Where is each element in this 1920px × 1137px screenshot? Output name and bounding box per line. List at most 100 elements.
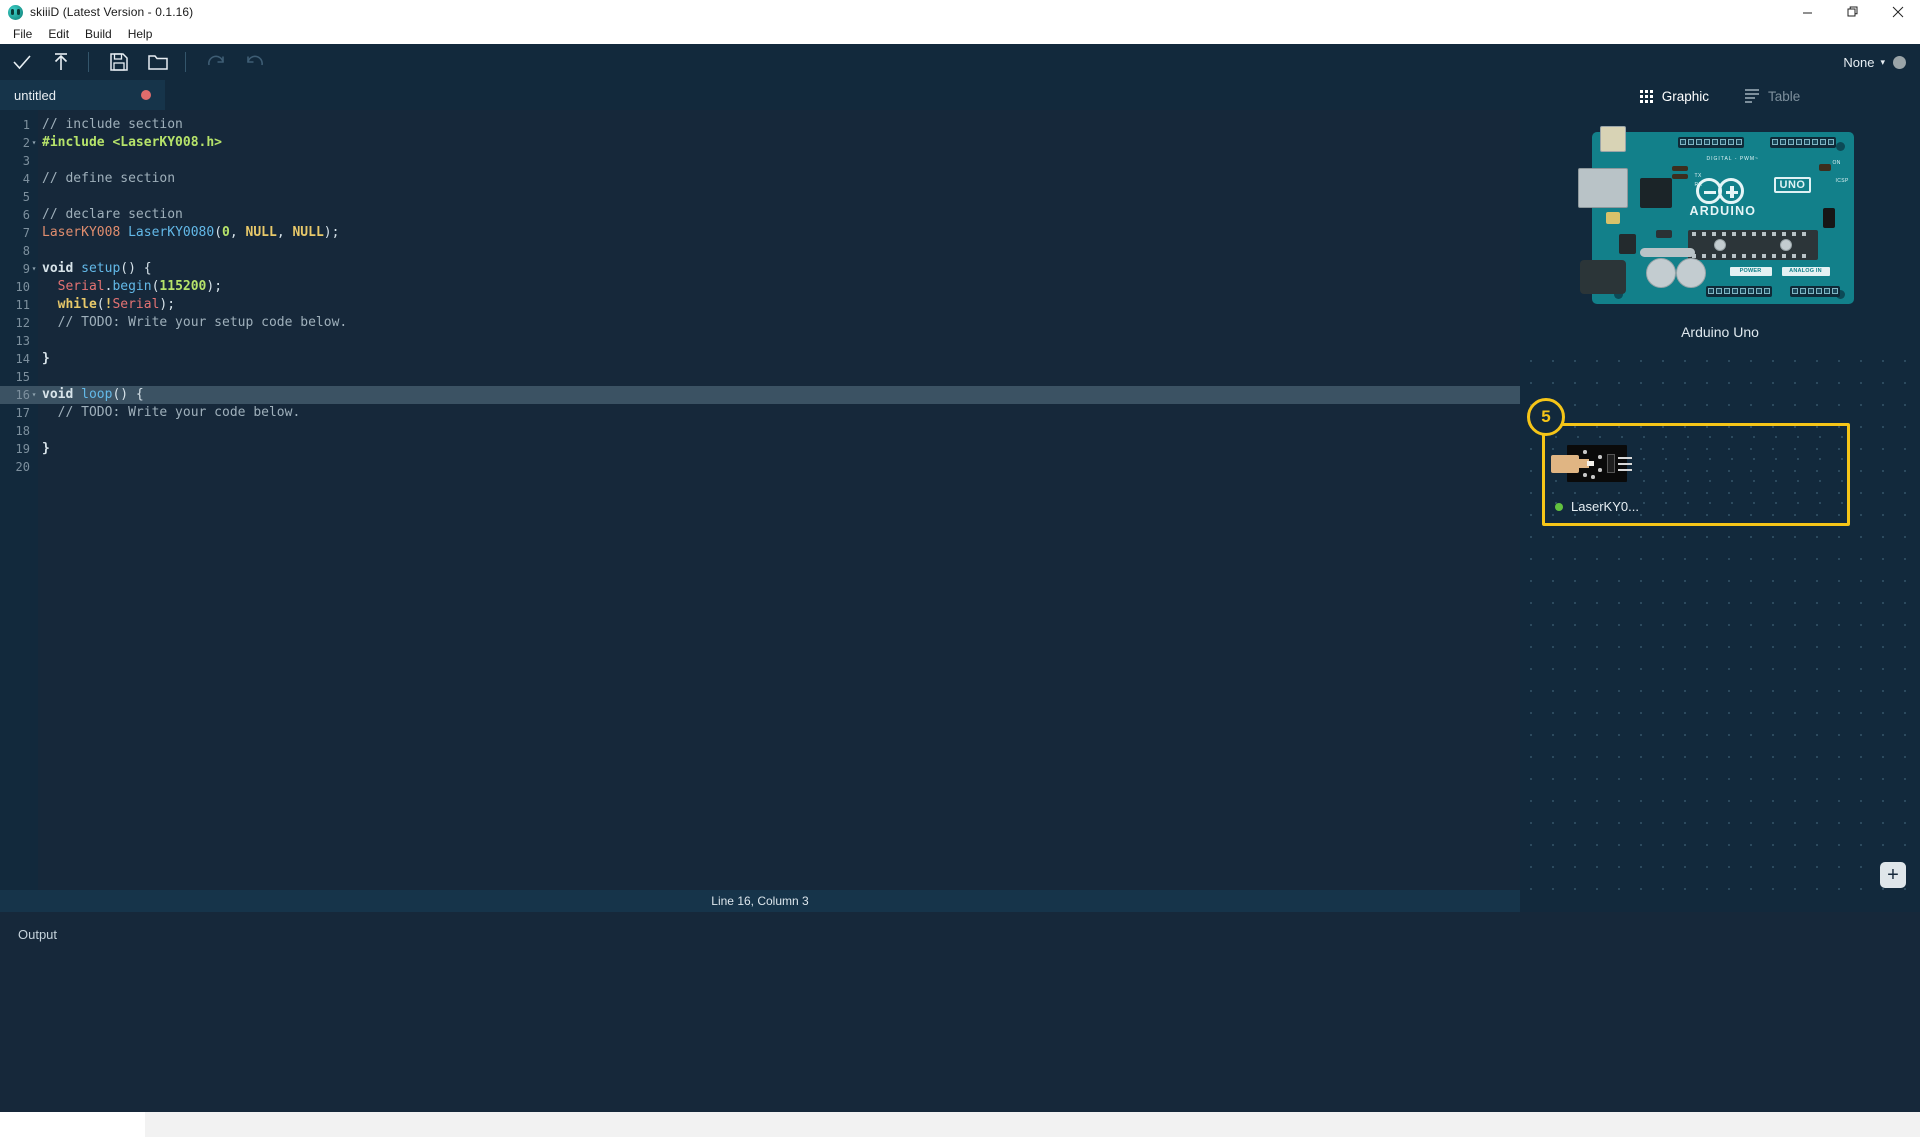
minimize-icon[interactable] <box>1785 0 1830 24</box>
upload-button[interactable] <box>44 47 78 77</box>
board-preview[interactable]: DIGITAL - PWM~ ON ICSP TX RX UNO ARDUINO <box>1520 112 1920 322</box>
component-canvas[interactable]: 5 LaserKY0... + <box>1520 350 1920 910</box>
code-line[interactable]: 2 ▾ #include <LaserKY008.h> <box>0 134 1520 152</box>
editor-tab-label: untitled <box>14 87 56 103</box>
microcontroller-chip <box>1687 229 1818 260</box>
arduino-uno-board-icon: DIGITAL - PWM~ ON ICSP TX RX UNO ARDUINO <box>1577 120 1863 315</box>
code-line[interactable]: 19} <box>0 440 1520 458</box>
line-number: 9 <box>22 262 30 276</box>
toolbar-right-group: None ▾ <box>1843 55 1920 70</box>
code-line[interactable]: 20 <box>0 458 1520 476</box>
code-line-text: // include section <box>42 117 183 132</box>
grid-icon <box>1639 89 1653 103</box>
code-line-text: while(!Serial); <box>57 297 176 312</box>
code-line[interactable]: 14} <box>0 350 1520 368</box>
line-number: 16 <box>15 388 30 402</box>
code-line[interactable]: 9 ▾ void setup() { <box>0 260 1520 278</box>
code-line[interactable]: 18 <box>0 422 1520 440</box>
code-line[interactable]: 5 <box>0 188 1520 206</box>
line-number: 2 <box>22 136 30 150</box>
code-line-text: } <box>42 441 50 456</box>
pin-badge: 5 <box>1527 398 1565 436</box>
menu-item-edit[interactable]: Edit <box>40 25 77 43</box>
code-content[interactable]: 1 // include section 2 ▾ #include <LaserKY00… <box>0 110 1520 476</box>
silk-on-label: ON <box>1832 159 1841 166</box>
fold-toggle-icon[interactable]: ▾ <box>30 386 38 404</box>
menu-item-help[interactable]: Help <box>120 25 161 43</box>
line-number: 8 <box>22 244 30 258</box>
skiiid-logo-icon <box>8 4 23 20</box>
component-label-group: LaserKY0... <box>1555 499 1639 514</box>
bottom-strip-segment <box>145 1112 1920 1137</box>
fold-toggle-icon[interactable]: ▾ <box>30 134 38 152</box>
editor-status-bar: Line 16, Column 3 <box>0 890 1520 912</box>
output-panel: Output <box>0 912 1920 1112</box>
code-line-text: // define section <box>42 171 176 186</box>
code-line[interactable]: 15 <box>0 368 1520 386</box>
code-line-text: // declare section <box>42 207 183 222</box>
silk-arduino-label: ARDUINO <box>1689 203 1757 218</box>
code-line-text: // TODO: Write your setup code below. <box>42 315 348 330</box>
tab-table[interactable]: Table <box>1745 89 1800 104</box>
line-number: 3 <box>22 154 30 168</box>
application-window: skiiiD (Latest Version - 0.1.16) File Ed… <box>0 0 1920 1137</box>
line-number: 4 <box>22 172 30 186</box>
redo-button[interactable] <box>199 47 233 77</box>
silk-uno-label: UNO <box>1773 176 1812 193</box>
line-number: 6 <box>22 208 30 222</box>
code-line[interactable]: 12 // TODO: Write your setup code below. <box>0 314 1520 332</box>
code-line[interactable]: 11 while(!Serial); <box>0 296 1520 314</box>
chevron-down-icon: ▾ <box>1880 56 1885 67</box>
code-line-text: Serial.begin(115200); <box>57 279 223 294</box>
toolbar: None ▾ <box>0 44 1920 80</box>
line-number: 13 <box>15 334 30 348</box>
code-line[interactable]: 10 Serial.begin(115200); <box>0 278 1520 296</box>
maximize-icon[interactable] <box>1830 0 1875 24</box>
silk-digital-label: DIGITAL - PWM~ <box>1706 155 1759 162</box>
fold-toggle-icon[interactable]: ▾ <box>30 260 38 278</box>
port-select[interactable]: None ▾ <box>1843 55 1885 70</box>
code-line[interactable]: 7 LaserKY008 LaserKY0080(0, NULL, NULL); <box>0 224 1520 242</box>
save-button[interactable] <box>102 47 136 77</box>
code-line[interactable]: 17 // TODO: Write your code below. <box>0 404 1520 422</box>
usb-port <box>1577 167 1628 208</box>
tab-graphic[interactable]: Graphic <box>1639 88 1709 104</box>
usb-controller-chip <box>1639 177 1672 208</box>
menu-item-file[interactable]: File <box>5 25 40 43</box>
undo-button[interactable] <box>238 47 272 77</box>
code-line[interactable]: 1 // include section <box>0 116 1520 134</box>
window-controls <box>1785 0 1920 24</box>
code-line[interactable]: 4 // define section <box>0 170 1520 188</box>
open-folder-button[interactable] <box>141 47 175 77</box>
line-number: 20 <box>15 460 30 474</box>
code-line[interactable]: 8 <box>0 242 1520 260</box>
window-title: skiiiD (Latest Version - 0.1.16) <box>30 5 194 19</box>
silk-power-label: POWER <box>1729 266 1772 276</box>
output-panel-label: Output <box>18 927 58 942</box>
capacitor-2 <box>1675 257 1706 288</box>
laser-module-icon <box>1551 445 1632 482</box>
silk-analog-label: ANALOG IN <box>1781 266 1830 276</box>
code-line[interactable]: 3 <box>0 152 1520 170</box>
arduino-infinity-logo-icon <box>1695 177 1764 204</box>
code-line-text: void loop() { <box>42 387 144 402</box>
board-name-label: Arduino Uno <box>1681 324 1759 340</box>
line-number: 12 <box>15 316 30 330</box>
capacitor-1 <box>1645 257 1676 288</box>
reset-button <box>1599 125 1626 152</box>
line-number: 17 <box>15 406 30 420</box>
editor-tab-untitled[interactable]: untitled <box>0 80 165 110</box>
code-line-text: // TODO: Write your code below. <box>42 405 301 420</box>
code-line[interactable]: 6 // declare section <box>0 206 1520 224</box>
close-icon[interactable] <box>1875 0 1920 24</box>
line-number: 1 <box>22 118 30 132</box>
code-editor[interactable]: 1 // include section 2 ▾ #include <LaserKY00… <box>0 110 1520 890</box>
menu-item-build[interactable]: Build <box>77 25 120 43</box>
verify-button[interactable] <box>5 47 39 77</box>
component-status-dot <box>1555 502 1563 511</box>
component-card-laser[interactable]: 5 LaserKY0... <box>1527 398 1850 526</box>
add-component-button[interactable]: + <box>1880 862 1906 888</box>
tab-graphic-label: Graphic <box>1661 88 1709 104</box>
code-line[interactable]: 16 ▾ void loop() { <box>0 386 1520 404</box>
code-line[interactable]: 13 <box>0 332 1520 350</box>
